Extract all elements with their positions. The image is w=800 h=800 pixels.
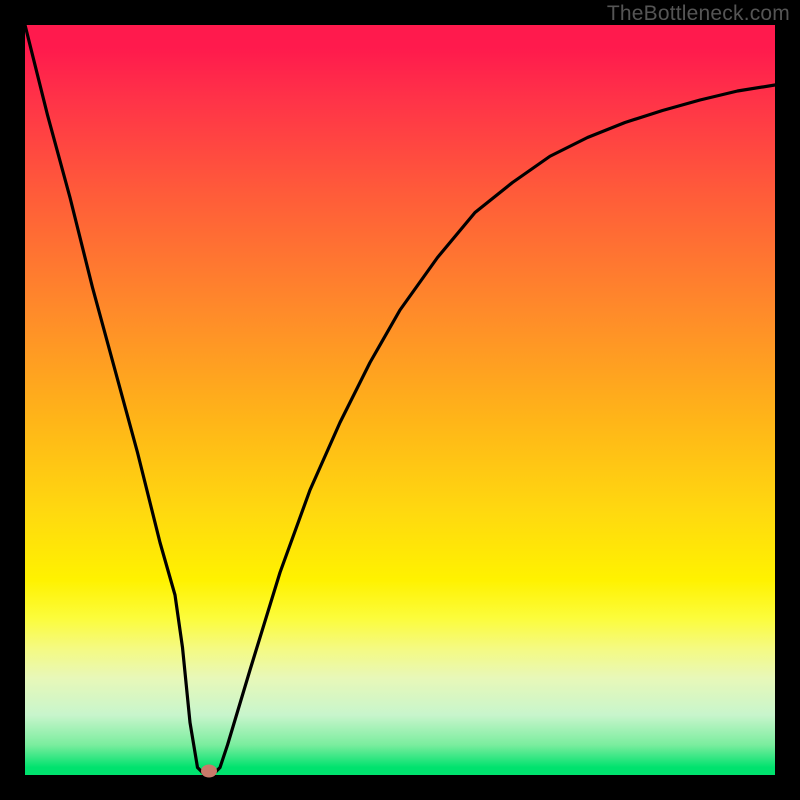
chart-plot-area: [25, 25, 775, 775]
optimal-point-marker: [201, 765, 217, 778]
watermark-label: TheBottleneck.com: [607, 2, 790, 26]
bottleneck-curve: [25, 25, 775, 775]
